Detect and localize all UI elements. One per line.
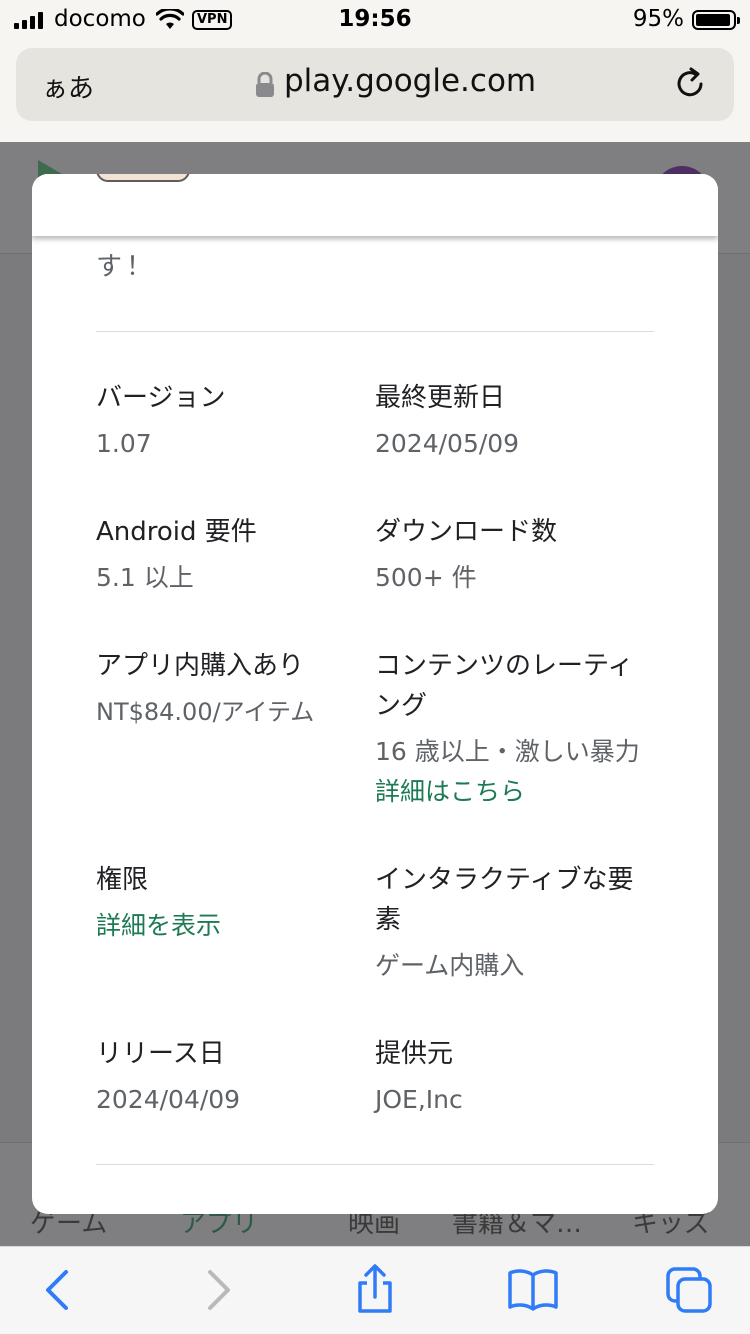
description-tail: す！ xyxy=(96,252,157,282)
downloads-item: ダウンロード数 500+ 件 xyxy=(375,512,645,598)
content-rating-item: コンテンツのレーティング 16 歳以上・激しい暴力 詳細はこちら xyxy=(375,646,645,812)
last-updated-label: 最終更新日 xyxy=(375,383,506,413)
share-icon[interactable] xyxy=(352,1263,398,1319)
last-updated-value: 2024/05/09 xyxy=(375,429,520,458)
dialog-header xyxy=(32,174,718,236)
release-date-label: リリース日 xyxy=(96,1039,225,1069)
browser-toolbar xyxy=(0,1246,750,1334)
provider-value: JOE,Inc xyxy=(375,1085,463,1114)
tabs-icon[interactable] xyxy=(664,1265,716,1319)
android-requirement-label: Android 要件 xyxy=(96,517,257,547)
app-thumbnail xyxy=(96,174,190,182)
release-date-value: 2024/04/09 xyxy=(96,1085,241,1114)
in-app-purchase-label: アプリ内購入あり xyxy=(96,651,305,681)
last-updated-item: 最終更新日 2024/05/09 xyxy=(375,378,645,464)
lock-icon xyxy=(254,71,276,102)
permissions-label: 権限 xyxy=(96,865,149,895)
version-label: バージョン xyxy=(96,383,226,413)
reload-icon[interactable] xyxy=(672,66,708,106)
permissions-details-link[interactable]: 詳細を表示 xyxy=(96,906,366,946)
back-icon[interactable] xyxy=(38,1267,78,1317)
forward-icon[interactable] xyxy=(198,1267,238,1317)
android-requirement-item: Android 要件 5.1 以上 xyxy=(96,512,366,598)
release-date-item: リリース日 2024/04/09 xyxy=(96,1034,366,1120)
content-rating-value: 16 歳以上・激しい暴力 詳細はこちら xyxy=(375,732,645,812)
version-value: 1.07 xyxy=(96,429,152,458)
provider-item: 提供元 JOE,Inc xyxy=(375,1034,645,1120)
in-app-purchase-value: NT$84.00/アイテム xyxy=(96,698,315,726)
version-item: バージョン 1.07 xyxy=(96,378,366,464)
address-bar[interactable]: ぁあ play.google.com xyxy=(16,48,734,121)
permissions-item: 権限 詳細を表示 xyxy=(96,860,366,946)
downloads-value: 500+ 件 xyxy=(375,563,477,592)
content-rating-text: 16 歳以上・激しい暴力 xyxy=(375,737,640,766)
content-rating-label: コンテンツのレーティング xyxy=(375,651,634,721)
reader-settings-button[interactable]: ぁあ xyxy=(42,68,94,105)
status-bar: docomo VPN 19:56 95% xyxy=(0,0,750,42)
interactive-elements-item: インタラクティブな要素 ゲーム内購入 xyxy=(375,860,645,986)
bookmarks-icon[interactable] xyxy=(506,1267,560,1317)
browser-address-area: ぁあ play.google.com xyxy=(0,42,750,142)
rating-details-link[interactable]: 詳細はこちら xyxy=(375,777,525,806)
divider xyxy=(96,1164,654,1165)
provider-label: 提供元 xyxy=(375,1039,454,1069)
app-details-dialog: す！ バージョン 1.07 最終更新日 2024/05/09 Android 要… xyxy=(32,174,718,1214)
downloads-label: ダウンロード数 xyxy=(375,517,558,547)
interactive-elements-value: ゲーム内購入 xyxy=(375,951,525,980)
divider xyxy=(96,331,654,332)
interactive-elements-label: インタラクティブな要素 xyxy=(375,865,634,935)
battery-percent: 95% xyxy=(632,6,684,32)
in-app-purchase-item: アプリ内購入あり NT$84.00/アイテム xyxy=(96,646,375,732)
battery-icon xyxy=(692,10,740,30)
android-requirement-value: 5.1 以上 xyxy=(96,563,194,592)
url-text[interactable]: play.google.com xyxy=(284,63,536,99)
